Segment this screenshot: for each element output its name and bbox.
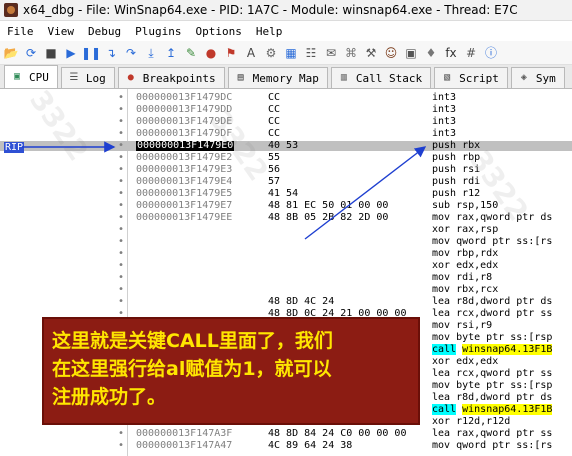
tab-label: Log [85,71,106,85]
cpu-disassembly-view[interactable]: • 000000013F1479DC CC int3 • 000000013F1479DD… [0,84,572,456]
toolbar: 📂 ⟳ ■ ▶ ❚❚ ↴ ↷ ⤓ ↥ ✎ ● ⚑ A ⚙ ▦ ☷ ✉ ⌘ ⚒ ☺ ▣ ♦ fx # ⓘ [0,41,572,65]
tab-label: Script [459,71,499,85]
restart-icon[interactable]: ⟳ [22,44,40,62]
menu-file[interactable]: File [0,25,41,38]
callout-line-2: 在这里强行给al赋值为1，就可以 [52,358,332,380]
cpu-icon: ▣ [13,71,21,82]
menu-bar: File View Debug Plugins Options Help [0,21,572,41]
menu-debug[interactable]: Debug [81,25,128,38]
step-into-icon[interactable]: ↴ [102,44,120,62]
menu-help[interactable]: Help [249,25,290,38]
tab-label: CPU [29,70,49,84]
window-title: x64_dbg - File: WinSnap64.exe - PID: 1A7… [23,3,518,17]
scripts-icon[interactable]: # [462,44,480,62]
tab-label: Call Stack [355,71,423,85]
about-icon[interactable]: ⓘ [482,44,500,62]
callout-line-3: 注册成功了。 [52,386,167,408]
patch-icon[interactable]: ⚙ [262,44,280,62]
push-rbx-arrow [304,146,427,240]
tab-bar: ▣ CPU ☰ Log ● Breakpoints ▤ Memory Map ▥ Call Sta… [0,65,572,89]
callout-line-1: 这里就是关键CALL里面了，我们 [52,330,333,352]
tab-call-stack[interactable]: ▥ Call Stack [330,67,432,88]
log-icon: ☰ [69,72,79,83]
label-icon[interactable]: ● [202,44,220,62]
fx-icon[interactable]: fx [442,44,460,62]
x64dbg-app-icon [4,3,18,17]
scylla-icon[interactable]: ▦ [282,44,300,62]
run-to-user-icon[interactable]: ↥ [162,44,180,62]
pause-icon[interactable]: ❚❚ [81,44,101,62]
execute-till-return-icon[interactable]: ⤓ [142,44,160,62]
tab-breakpoints[interactable]: ● Breakpoints [117,67,225,88]
tab-log[interactable]: ☰ Log [60,67,115,88]
memory-map-icon: ▤ [237,72,244,83]
tab-memory-map[interactable]: ▤ Memory Map [227,67,328,88]
person-icon[interactable]: ☺ [382,44,400,62]
step-over-icon[interactable]: ↷ [122,44,140,62]
settings-icon[interactable]: ▣ [402,44,420,62]
function-icon[interactable]: A [242,44,260,62]
menu-options[interactable]: Options [188,25,248,38]
close-icon[interactable]: ■ [42,44,60,62]
script-icon: ▧ [444,72,451,83]
help-icon[interactable]: ♦ [422,44,440,62]
comment-icon[interactable]: ✎ [182,44,200,62]
calculator-icon[interactable]: ☷ [302,44,320,62]
annotation-callout: 这里就是关键CALL里面了，我们 在这里强行给al赋值为1，就可以 注册成功了。 [42,317,420,425]
run-icon[interactable]: ▶ [62,44,80,62]
call-stack-icon: ▥ [340,72,347,83]
bookmark-icon[interactable]: ⚑ [222,44,240,62]
hex-icon[interactable]: ✉ [322,44,340,62]
breakpoint-icon: ● [127,72,134,83]
tab-sym[interactable]: ◈ Sym [510,67,565,88]
menu-plugins[interactable]: Plugins [128,25,188,38]
tab-label: Sym [535,71,556,85]
menu-view[interactable]: View [41,25,82,38]
title-bar: x64_dbg - File: WinSnap64.exe - PID: 1A7… [0,0,572,21]
tab-label: Breakpoints [142,71,216,85]
attach-icon[interactable]: ⚒ [362,44,380,62]
tab-label: Memory Map [252,71,319,85]
pattern-icon[interactable]: ⌘ [342,44,360,62]
symbols-icon: ◈ [520,72,527,83]
tab-script[interactable]: ▧ Script [434,67,508,88]
open-icon[interactable]: 📂 [2,44,20,62]
